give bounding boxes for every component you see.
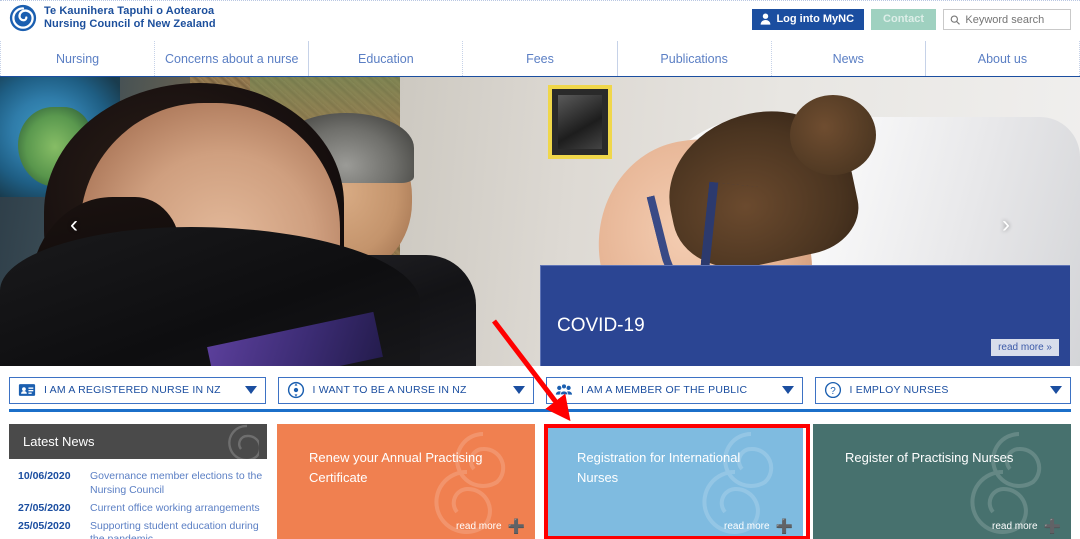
selector-want-to-be-a-nurse-label: I WANT TO BE A NURSE IN NZ bbox=[312, 384, 467, 396]
covid-banner-title: COVID-19 bbox=[557, 315, 645, 336]
main-navigation: Nursing Concerns about a nurse Education… bbox=[0, 41, 1080, 76]
selector-employ-nurses[interactable]: ? I EMPLOY NURSES bbox=[814, 376, 1071, 404]
tile-title: Register of Practising Nurses bbox=[845, 450, 1014, 465]
selector-registered-nurse[interactable]: I AM A REGISTERED NURSE IN NZ bbox=[9, 376, 266, 404]
login-button[interactable]: Log into MyNC bbox=[752, 9, 865, 30]
tile-read-more[interactable]: read more ➕ bbox=[724, 519, 793, 533]
search-input[interactable] bbox=[965, 13, 1064, 26]
hero-carousel: ‹ › COVID-19 read more » bbox=[0, 76, 1080, 366]
svg-text:?: ? bbox=[830, 386, 836, 397]
chevron-down-icon[interactable] bbox=[513, 386, 525, 394]
plus-icon: ➕ bbox=[775, 518, 793, 534]
audience-selector-row: I AM A REGISTERED NURSE IN NZ I WANT TO … bbox=[0, 372, 1080, 408]
koru-spiral-icon bbox=[9, 4, 37, 32]
tile-renew-annual-practising-certificate[interactable]: Renew your Annual Practising Certificate… bbox=[277, 424, 535, 539]
tile-read-more[interactable]: read more ➕ bbox=[456, 519, 525, 533]
login-button-label: Log into MyNC bbox=[776, 13, 855, 25]
nav-item-fees[interactable]: Fees bbox=[463, 41, 618, 76]
koru-watermark-icon bbox=[228, 424, 259, 459]
nav-item-news[interactable]: News bbox=[772, 41, 926, 76]
nav-item-about-us[interactable]: About us bbox=[926, 41, 1080, 76]
selector-want-to-be-a-nurse[interactable]: I WANT TO BE A NURSE IN NZ bbox=[277, 376, 534, 404]
tile-registration-for-international-nurses[interactable]: Registration for International Nurses re… bbox=[545, 424, 803, 539]
brand-text: Te Kaunihera Tapuhi o Aotearoa Nursing C… bbox=[44, 5, 216, 31]
covid-banner[interactable]: COVID-19 read more » bbox=[540, 265, 1070, 366]
tile-read-more[interactable]: read more ➕ bbox=[992, 519, 1061, 533]
people-group-icon bbox=[555, 383, 573, 396]
question-circle-icon: ? bbox=[824, 381, 841, 399]
brand-line-maori: Te Kaunihera Tapuhi o Aotearoa bbox=[44, 5, 215, 18]
tile-read-more-label: read more bbox=[991, 520, 1038, 532]
news-date: 25/05/2020 bbox=[18, 519, 71, 532]
selector-employ-nurses-label: I EMPLOY NURSES bbox=[849, 384, 949, 396]
brand-line-english: Nursing Council of New Zealand bbox=[44, 18, 216, 30]
list-item[interactable]: 10/06/2020 Governance member elections t… bbox=[18, 470, 267, 498]
search-icon bbox=[950, 14, 960, 25]
tile-read-more-label: read more bbox=[723, 520, 770, 532]
latest-news-title: Latest News bbox=[23, 434, 95, 449]
site-header: Te Kaunihera Tapuhi o Aotearoa Nursing C… bbox=[0, 0, 1080, 41]
news-date: 10/06/2020 bbox=[18, 470, 71, 482]
page-root: Te Kaunihera Tapuhi o Aotearoa Nursing C… bbox=[0, 0, 1080, 539]
plus-icon: ➕ bbox=[1043, 518, 1061, 534]
site-logo[interactable]: Te Kaunihera Tapuhi o Aotearoa Nursing C… bbox=[9, 4, 216, 32]
selector-registered-nurse-label: I AM A REGISTERED NURSE IN NZ bbox=[44, 384, 221, 396]
selector-member-of-public-label: I AM A MEMBER OF THE PUBLIC bbox=[581, 384, 748, 396]
list-item[interactable]: 25/05/2020 Supporting student education … bbox=[18, 520, 267, 539]
header-actions: Log into MyNC Contact bbox=[752, 9, 1071, 30]
news-link[interactable]: Governance member elections to the Nursi… bbox=[90, 470, 267, 498]
tile-title: Renew your Annual Practising Certificate bbox=[309, 450, 483, 486]
tile-register-of-practising-nurses[interactable]: Register of Practising Nurses read more … bbox=[813, 424, 1071, 539]
nav-item-nursing[interactable]: Nursing bbox=[0, 41, 156, 76]
promo-tiles-row: Latest News 10/06/2020 Governance member… bbox=[0, 424, 1080, 539]
news-link[interactable]: Current office working arrangements bbox=[90, 502, 260, 516]
tile-title: Registration for International Nurses bbox=[577, 450, 741, 486]
chevron-down-icon[interactable] bbox=[1050, 386, 1062, 394]
nav-item-publications[interactable]: Publications bbox=[618, 41, 772, 76]
news-date: 27/05/2020 bbox=[18, 501, 71, 514]
latest-news-header: Latest News bbox=[9, 424, 267, 459]
latest-news-panel: Latest News 10/06/2020 Governance member… bbox=[9, 424, 267, 539]
list-item[interactable]: 27/05/2020 Current office working arrang… bbox=[18, 502, 267, 516]
news-link[interactable]: Supporting student education during the … bbox=[90, 520, 267, 539]
nav-item-education[interactable]: Education bbox=[309, 41, 464, 76]
search-box[interactable] bbox=[943, 9, 1071, 30]
tile-read-more-label: read more bbox=[455, 520, 502, 532]
user-icon bbox=[761, 13, 771, 25]
chevron-left-icon[interactable]: ‹ bbox=[70, 213, 78, 237]
id-card-icon bbox=[18, 384, 36, 396]
section-divider bbox=[9, 409, 1071, 412]
nav-item-concerns-about-a-nurse[interactable]: Concerns about a nurse bbox=[155, 41, 310, 76]
contact-button[interactable]: Contact bbox=[871, 9, 936, 30]
covid-read-more-button[interactable]: read more » bbox=[991, 339, 1059, 356]
arrow-circle-icon bbox=[287, 381, 304, 399]
latest-news-list: 10/06/2020 Governance member elections t… bbox=[9, 459, 267, 539]
chevron-right-icon[interactable]: › bbox=[1002, 213, 1010, 237]
selector-member-of-public[interactable]: I AM A MEMBER OF THE PUBLIC bbox=[546, 376, 803, 404]
chevron-down-icon[interactable] bbox=[244, 386, 257, 394]
chevron-down-icon[interactable] bbox=[781, 386, 794, 394]
plus-icon: ➕ bbox=[507, 518, 525, 534]
